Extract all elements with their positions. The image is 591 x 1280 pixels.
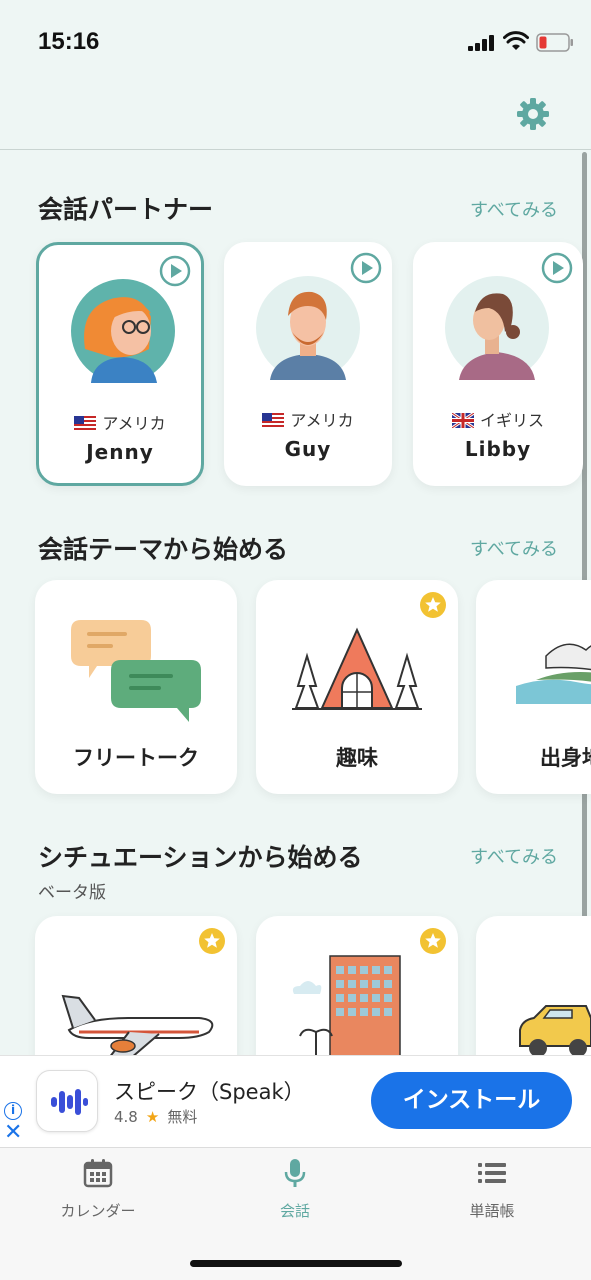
partners-section-title: 会話パートナー xyxy=(38,195,214,224)
theme-card-hometown[interactable]: 出身地 xyxy=(476,580,591,794)
speak-app-icon[interactable] xyxy=(36,1070,98,1132)
cellular-signal-icon xyxy=(468,35,496,51)
ad-price: 無料 xyxy=(167,1108,198,1126)
tab-wordbook[interactable]: 単語帳 xyxy=(422,1158,562,1228)
ad-close-icon[interactable]: ✕ xyxy=(4,1122,22,1144)
theme-card-free-talk[interactable]: フリートーク xyxy=(35,580,237,794)
ad-rating-row: 4.8 ★ 無料 xyxy=(114,1106,197,1127)
home-indicator[interactable] xyxy=(190,1260,402,1267)
settings-gear-icon[interactable] xyxy=(516,97,550,131)
partner-name: Libby xyxy=(464,437,532,461)
wifi-icon xyxy=(503,31,529,50)
partner-card-guy[interactable]: アメリカ Guy xyxy=(224,242,392,486)
themes-see-all-link[interactable]: すべてみる xyxy=(470,535,558,561)
partner-name: Guy xyxy=(284,437,332,461)
partner-country: イギリス xyxy=(413,407,583,431)
us-flag-icon xyxy=(74,416,97,431)
partner-card-jenny[interactable]: アメリカ Jenny xyxy=(36,242,204,486)
theme-card-hobby[interactable]: 趣味 xyxy=(256,580,458,794)
themes-section-title: 会話テーマから始める xyxy=(38,535,289,564)
uk-flag-icon xyxy=(451,413,474,428)
tab-calendar[interactable]: カレンダー xyxy=(28,1158,168,1228)
top-header xyxy=(0,90,591,150)
partner-name: Jenny xyxy=(86,440,154,464)
bottom-tab-bar: カレンダー 会話 単語帳 xyxy=(0,1147,591,1280)
chat-bubbles-icon xyxy=(71,620,201,722)
star-icon: ★ xyxy=(145,1108,160,1126)
microphone-icon xyxy=(284,1159,306,1187)
tab-label: 単語帳 xyxy=(469,1202,515,1220)
calendar-icon xyxy=(83,1159,113,1188)
us-flag-icon xyxy=(262,413,285,428)
ad-info-icon[interactable]: i xyxy=(4,1102,22,1120)
tab-conversation[interactable]: 会話 xyxy=(225,1158,365,1228)
ad-app-name: スピーク（Speak） xyxy=(114,1080,305,1104)
ad-banner[interactable]: i ✕ スピーク（Speak） 4.8 ★ 無料 インストール xyxy=(0,1055,591,1147)
airplane-icon xyxy=(61,994,214,1059)
status-bar: 15:16 xyxy=(0,0,591,90)
battery-low-icon xyxy=(536,33,573,52)
ad-rating-value: 4.8 xyxy=(114,1108,138,1126)
star-icon xyxy=(420,592,446,618)
theme-label: 趣味 xyxy=(336,746,378,770)
partner-country: アメリカ xyxy=(39,410,201,434)
partner-card-libby[interactable]: イギリス Libby xyxy=(413,242,583,486)
install-button[interactable]: インストール xyxy=(371,1072,572,1129)
theme-label: フリートーク xyxy=(73,746,199,770)
theme-label: 出身地 xyxy=(540,746,591,770)
taxi-icon xyxy=(519,1005,591,1057)
guy-avatar xyxy=(256,276,360,380)
libby-avatar xyxy=(445,276,549,380)
situations-see-all-link[interactable]: すべてみる xyxy=(470,843,558,869)
jenny-avatar xyxy=(71,279,175,383)
situations-beta-label: ベータ版 xyxy=(38,883,106,903)
situations-section-title: シチュエーションから始める xyxy=(38,843,363,872)
hotel-icon xyxy=(292,955,401,1066)
cabin-icon xyxy=(292,627,422,710)
partner-country: アメリカ xyxy=(224,407,392,431)
status-time: 15:16 xyxy=(38,28,100,55)
tab-label: 会話 xyxy=(279,1202,310,1220)
tab-label: カレンダー xyxy=(60,1202,136,1220)
list-icon xyxy=(478,1163,506,1183)
island-icon xyxy=(516,643,591,704)
partners-see-all-link[interactable]: すべてみる xyxy=(470,196,558,222)
